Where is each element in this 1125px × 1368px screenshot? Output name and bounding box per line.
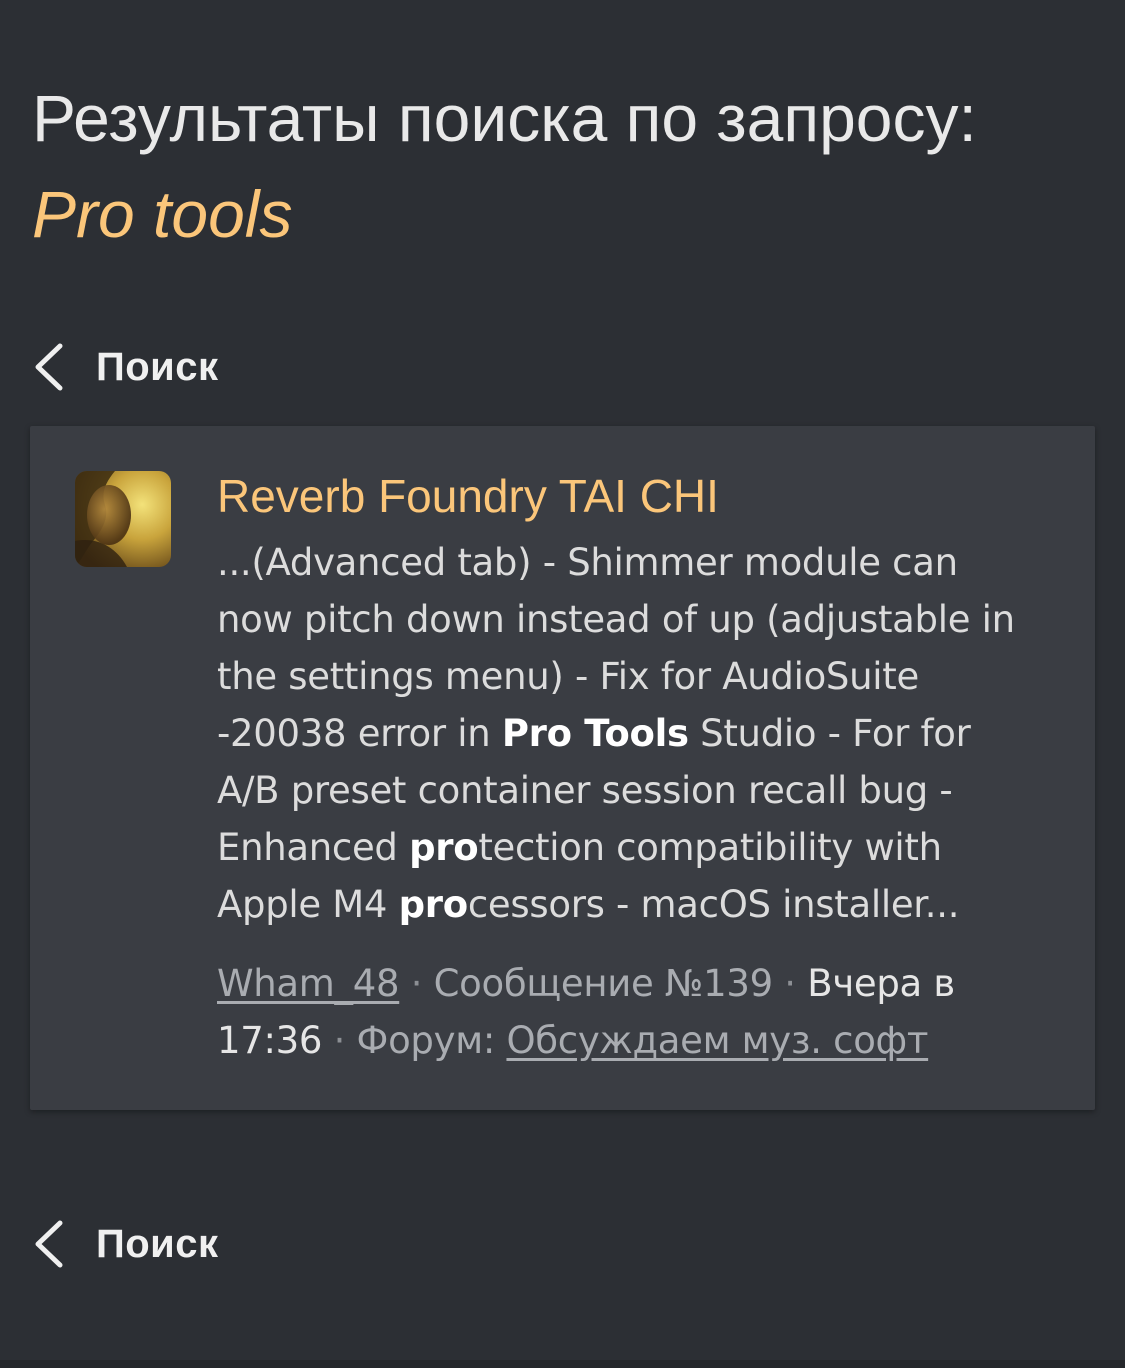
- result-snippet: ...(Advanced tab) - Shimmer module can n…: [217, 534, 1037, 933]
- search-result-card: Reverb Foundry TAI CHI ...(Advanced tab)…: [30, 426, 1095, 1110]
- message-number: Сообщение №139: [433, 962, 774, 1005]
- chevron-left-icon: [35, 1220, 63, 1268]
- result-body: Reverb Foundry TAI CHI ...(Advanced tab)…: [217, 464, 1037, 1069]
- back-to-search-link-bottom[interactable]: Поиск: [32, 1214, 292, 1274]
- user-avatar-photo: [75, 471, 171, 567]
- result-title-link[interactable]: Reverb Foundry TAI CHI: [217, 464, 1037, 528]
- meta-separator: ·: [322, 1019, 357, 1062]
- snippet-highlight: pro: [398, 883, 469, 926]
- back-to-search-label: Поиск: [96, 1221, 219, 1266]
- forum-label: Форум:: [356, 1019, 507, 1062]
- author-link[interactable]: Wham_48: [217, 962, 400, 1005]
- page-title-text: Результаты поиска по запросу:: [32, 81, 977, 155]
- snippet-highlight: Pro Tools: [501, 712, 689, 755]
- forum-link[interactable]: Обсуждаем муз. софт: [506, 1019, 928, 1062]
- meta-separator: ·: [399, 962, 434, 1005]
- snippet-highlight: pro: [409, 826, 479, 869]
- back-to-search-link[interactable]: Поиск: [32, 337, 292, 397]
- meta-separator: ·: [772, 962, 808, 1005]
- search-query: Pro tools: [32, 177, 293, 251]
- snippet-text: cessors - macOS installer...: [467, 883, 960, 926]
- page-bottom-divider: [0, 1360, 1125, 1368]
- result-meta: Wham_48 · Сообщение №139 · Вчера в 17:36…: [217, 955, 1037, 1069]
- avatar[interactable]: [75, 471, 171, 567]
- chevron-left-icon: [35, 343, 63, 391]
- page-title: Результаты поиска по запросу: Pro tools: [32, 70, 1112, 262]
- back-to-search-label: Поиск: [96, 344, 219, 389]
